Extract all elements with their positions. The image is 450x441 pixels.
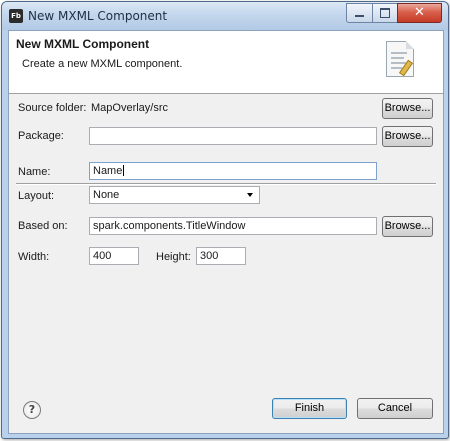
new-file-wizard-icon xyxy=(386,41,414,77)
name-label: Name: xyxy=(18,166,51,178)
window-title: New MXML Component xyxy=(28,9,168,23)
based-on-input[interactable]: spark.components.TitleWindow xyxy=(89,217,377,235)
flash-builder-app-icon: Fb xyxy=(9,9,23,23)
width-input[interactable]: 400 xyxy=(89,247,139,265)
dialog-client-area: New MXML Component Create a new MXML com… xyxy=(8,30,444,434)
dialog-window: Fb New MXML Component ✕ New MXML Compone… xyxy=(1,1,449,439)
maximize-button[interactable] xyxy=(372,3,398,23)
maximize-icon xyxy=(380,8,390,18)
layout-selected-value: None xyxy=(93,189,120,201)
minimize-button[interactable] xyxy=(346,3,373,23)
layout-label: Layout: xyxy=(18,190,55,202)
height-label: Height: xyxy=(156,251,191,263)
height-input[interactable]: 300 xyxy=(196,247,246,265)
package-label: Package: xyxy=(18,130,64,142)
width-label: Width: xyxy=(18,251,50,263)
name-input[interactable]: Name xyxy=(89,162,377,180)
dialog-banner: New MXML Component Create a new MXML com… xyxy=(9,31,443,94)
banner-description: Create a new MXML component. xyxy=(22,58,183,70)
package-input[interactable] xyxy=(89,127,377,145)
minimize-icon xyxy=(355,15,364,17)
banner-title: New MXML Component xyxy=(16,37,150,51)
source-folder-label: Source folder: xyxy=(18,102,87,114)
source-folder-browse-button[interactable]: Browse... xyxy=(382,98,433,119)
based-on-label: Based on: xyxy=(18,220,68,232)
close-icon: ✕ xyxy=(414,5,425,20)
layout-select[interactable]: None xyxy=(89,186,260,204)
close-button[interactable]: ✕ xyxy=(397,3,442,23)
title-bar[interactable]: Fb New MXML Component ✕ xyxy=(2,2,448,30)
help-icon[interactable]: ? xyxy=(23,401,41,419)
cancel-button[interactable]: Cancel xyxy=(357,398,433,419)
separator xyxy=(16,183,436,185)
finish-button[interactable]: Finish xyxy=(272,398,347,419)
name-input-text: Name xyxy=(93,165,123,177)
package-browse-button[interactable]: Browse... xyxy=(382,126,433,147)
chevron-down-icon xyxy=(247,193,253,197)
source-folder-value: MapOverlay/src xyxy=(91,102,169,114)
based-on-browse-button[interactable]: Browse... xyxy=(382,216,433,237)
text-caret xyxy=(123,165,125,176)
